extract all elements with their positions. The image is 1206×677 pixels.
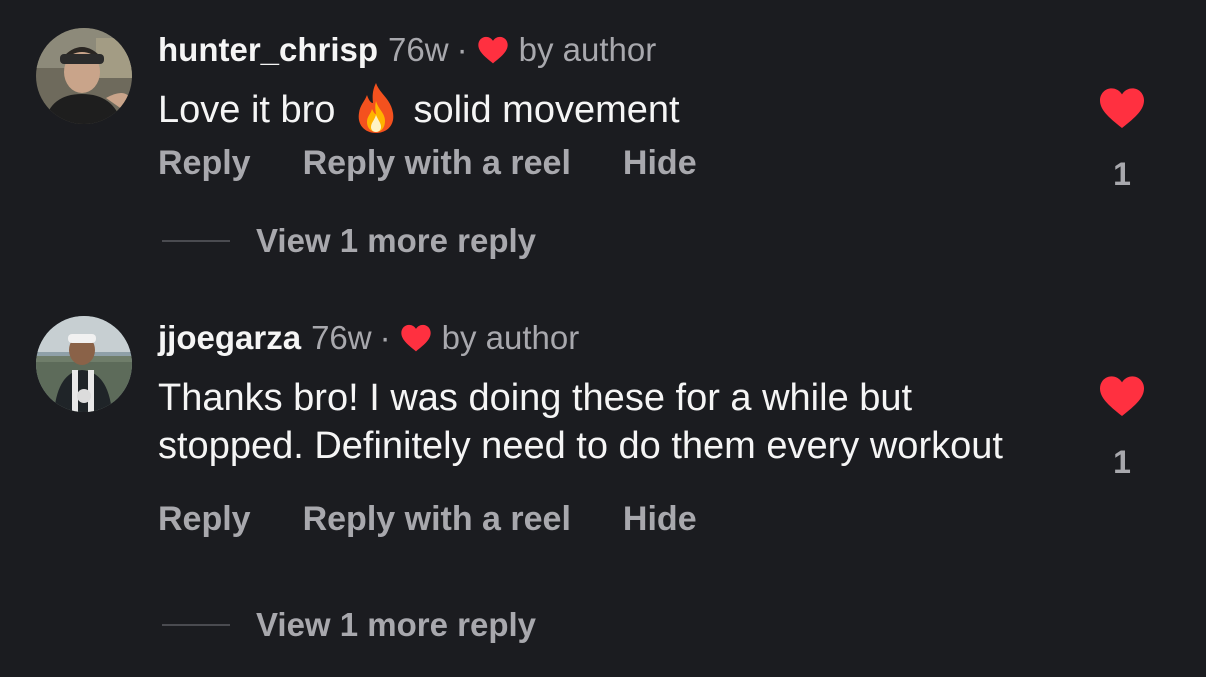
comment-text: Thanks bro! I was doing these for a whil… — [158, 377, 1003, 467]
reply-with-reel-button[interactable]: Reply with a reel — [303, 144, 571, 183]
avatar[interactable] — [36, 316, 132, 412]
like-count: 1 — [1113, 156, 1131, 192]
like-column: 1 — [1092, 86, 1152, 193]
heart-icon — [477, 35, 509, 65]
heart-icon — [400, 323, 432, 353]
comment-text: Love it bro solid movement — [158, 82, 1078, 135]
timestamp: 76w — [388, 31, 449, 68]
like-heart-icon[interactable] — [1098, 374, 1146, 418]
view-more-replies-button[interactable]: View 1 more reply — [162, 222, 536, 260]
avatar-photo — [36, 316, 132, 412]
reply-button[interactable]: Reply — [158, 144, 251, 183]
separator-dot: · — [379, 319, 391, 356]
thread-line — [162, 240, 230, 242]
avatar-photo — [36, 28, 132, 124]
timestamp: 76w — [311, 319, 372, 356]
like-column: 1 — [1092, 374, 1152, 481]
hide-button[interactable]: Hide — [623, 500, 697, 539]
avatar[interactable] — [36, 28, 132, 124]
separator-dot: · — [456, 31, 468, 68]
username[interactable]: hunter_chrisp — [158, 31, 378, 69]
comment-text-part: solid movement — [413, 89, 680, 131]
comment-meta: hunter_chrisp 76w · by author — [158, 24, 1078, 76]
comment-meta: jjoegarza 76w · by author — [158, 312, 1078, 364]
fire-icon — [353, 81, 399, 135]
like-heart-icon[interactable] — [1098, 86, 1146, 130]
comment-actions: Reply Reply with a reel Hide — [158, 135, 1078, 193]
comment-actions: Reply Reply with a reel Hide — [158, 490, 1078, 548]
liked-by-author-label: by author — [441, 319, 580, 356]
hide-button[interactable]: Hide — [623, 144, 697, 183]
reply-button[interactable]: Reply — [158, 500, 251, 539]
comment-text-part: Love it bro — [158, 89, 336, 131]
reply-with-reel-button[interactable]: Reply with a reel — [303, 500, 571, 539]
view-more-replies-button[interactable]: View 1 more reply — [162, 606, 536, 644]
comment-body: hunter_chrisp 76w · by author Love it br… — [158, 24, 1078, 193]
username[interactable]: jjoegarza — [158, 319, 301, 357]
comment-body: jjoegarza 76w · by author Thanks bro! I … — [158, 312, 1078, 548]
view-more-replies-label: View 1 more reply — [256, 606, 537, 643]
like-count: 1 — [1113, 444, 1131, 480]
liked-by-author-label: by author — [518, 31, 657, 68]
thread-line — [162, 624, 230, 626]
view-more-replies-label: View 1 more reply — [256, 222, 537, 259]
